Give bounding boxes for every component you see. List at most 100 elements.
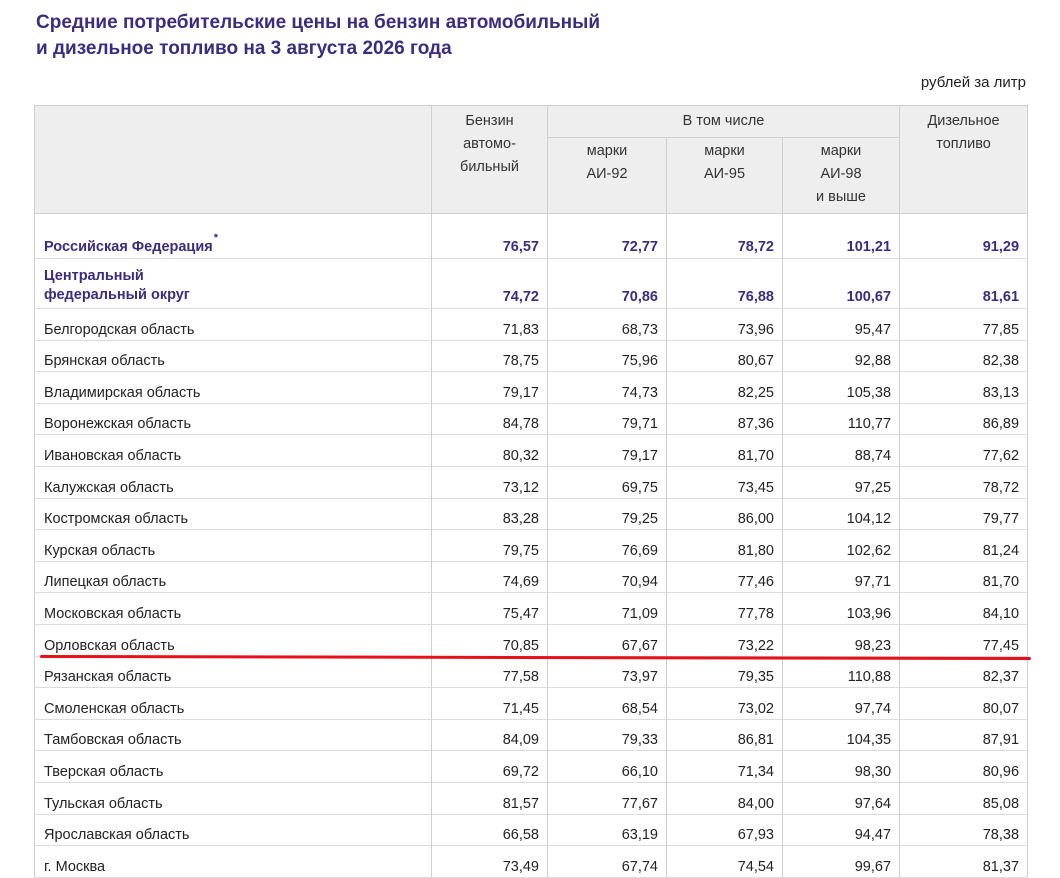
cell-ai98: 99,67 xyxy=(781,845,901,878)
cell-ai95: 84,00 xyxy=(666,782,783,815)
cell-ai95: 73,45 xyxy=(666,466,783,499)
fuel-price-table: Бензин автомо- бильный В том числе Дизел… xyxy=(34,105,1029,878)
cell-ai95: 67,93 xyxy=(666,814,783,847)
row-name: Костромская область xyxy=(34,498,432,531)
table-row: Калужская область 73,12 69,75 73,45 97,25 78,… xyxy=(34,466,1029,499)
row-name: Брянская область xyxy=(34,340,432,373)
table-row: Смоленская область 71,45 68,54 73,02 97,74 80… xyxy=(34,687,1029,720)
cell-ai95: 77,78 xyxy=(666,592,783,625)
cell-gasoline: 73,12 xyxy=(431,466,548,499)
cell-gasoline: 66,58 xyxy=(431,814,548,847)
row-name: Тамбовская область xyxy=(34,719,432,752)
cell-gasoline: 73,49 xyxy=(431,845,548,878)
table-body: Российская Федерация* 76,57 72,77 78,72 … xyxy=(34,213,1029,878)
page-title: Средние потребительские цены на бензин а… xyxy=(36,10,600,62)
cell-ai92: 68,73 xyxy=(547,308,667,341)
cell-ai98: 97,25 xyxy=(781,466,901,499)
cell-ai95: 71,34 xyxy=(666,750,783,783)
summary-row-russia: Российская Федерация* 76,57 72,77 78,72 … xyxy=(34,213,1029,259)
table-row: Орловская область 70,85 67,67 73,22 98,23 77,… xyxy=(34,624,1029,657)
table-row: Липецкая область 74,69 70,94 77,46 97,71 81,7… xyxy=(34,561,1029,594)
cell-diesel: 77,85 xyxy=(899,308,1029,341)
cell-diesel: 82,38 xyxy=(899,340,1029,373)
cell-ai98: 110,77 xyxy=(781,403,901,436)
cell-diesel: 79,77 xyxy=(899,498,1029,531)
header-ai92: марки АИ-92 xyxy=(547,137,667,214)
row-name: Орловская область xyxy=(34,624,432,657)
cell-ai95: 87,36 xyxy=(666,403,783,436)
table-row: Курская область 79,75 76,69 81,80 102,62 81,2… xyxy=(34,529,1029,562)
footnote-mark: * xyxy=(213,232,219,245)
cell-ai95: 73,96 xyxy=(666,308,783,341)
cell-ai95: 80,67 xyxy=(666,340,783,373)
row-name: Воронежская область xyxy=(34,403,432,436)
cell-gasoline: 71,83 xyxy=(431,308,548,341)
cell-ai95: 73,02 xyxy=(666,687,783,720)
cell-gasoline: 79,75 xyxy=(431,529,548,562)
cell-diesel: 81,37 xyxy=(899,845,1029,878)
cell-ai95: 78,72 xyxy=(666,213,783,259)
cell-gasoline: 71,45 xyxy=(431,687,548,720)
cell-gasoline: 74,72 xyxy=(431,258,548,309)
cell-diesel: 91,29 xyxy=(899,213,1029,259)
cell-diesel: 80,96 xyxy=(899,750,1029,783)
row-name: Центральный федеральный округ xyxy=(34,258,432,309)
table-row: Московская область 75,47 71,09 77,78 103,96 8… xyxy=(34,592,1029,625)
title-line-2: и дизельное топливо на 3 августа 2026 го… xyxy=(36,38,452,59)
cell-ai98: 103,96 xyxy=(781,592,901,625)
cell-gasoline: 75,47 xyxy=(431,592,548,625)
cell-gasoline: 76,57 xyxy=(431,213,548,259)
header-ai95: марки АИ-95 xyxy=(666,137,783,214)
cell-ai95: 86,00 xyxy=(666,498,783,531)
cell-ai92: 71,09 xyxy=(547,592,667,625)
cell-ai92: 79,25 xyxy=(547,498,667,531)
cell-ai92: 74,73 xyxy=(547,371,667,404)
cell-diesel: 86,89 xyxy=(899,403,1029,436)
cell-ai92: 79,33 xyxy=(547,719,667,752)
cell-ai98: 98,23 xyxy=(781,624,901,657)
header-gasoline: Бензин автомо- бильный xyxy=(431,105,548,214)
cell-ai92: 75,96 xyxy=(547,340,667,373)
cell-gasoline: 70,85 xyxy=(431,624,548,657)
table-row: Ивановская область 80,32 79,17 81,70 88,74 77… xyxy=(34,434,1029,467)
cell-ai95: 86,81 xyxy=(666,719,783,752)
cell-ai92: 66,10 xyxy=(547,750,667,783)
cell-diesel: 81,24 xyxy=(899,529,1029,562)
row-name: Курская область xyxy=(34,529,432,562)
header-region xyxy=(34,105,432,214)
cell-gasoline: 81,57 xyxy=(431,782,548,815)
cell-ai92: 79,71 xyxy=(547,403,667,436)
cell-ai95: 73,22 xyxy=(666,624,783,657)
cell-ai92: 76,69 xyxy=(547,529,667,562)
cell-ai92: 67,74 xyxy=(547,845,667,878)
title-line-1: Средние потребительские цены на бензин а… xyxy=(36,12,601,33)
cell-diesel: 78,38 xyxy=(899,814,1029,847)
table-row: Воронежская область 84,78 79,71 87,36 110,77… xyxy=(34,403,1029,436)
row-name: Российская Федерация* xyxy=(34,213,432,259)
row-name: Московская область xyxy=(34,592,432,625)
cell-ai98: 102,62 xyxy=(781,529,901,562)
row-name: Липецкая область xyxy=(34,561,432,594)
cell-ai98: 100,67 xyxy=(781,258,901,309)
cell-diesel: 83,13 xyxy=(899,371,1029,404)
row-name: Смоленская область xyxy=(34,687,432,720)
cell-diesel: 82,37 xyxy=(899,656,1029,689)
table-row: Брянская область 78,75 75,96 80,67 92,88 82,3… xyxy=(34,340,1029,373)
header-including: В том числе xyxy=(546,105,901,138)
cell-ai92: 79,17 xyxy=(547,434,667,467)
cell-ai92: 67,67 xyxy=(547,624,667,657)
cell-ai95: 82,25 xyxy=(666,371,783,404)
row-name: Ивановская область xyxy=(34,434,432,467)
cell-diesel: 85,08 xyxy=(899,782,1029,815)
cell-ai92: 69,75 xyxy=(547,466,667,499)
cell-diesel: 81,61 xyxy=(899,258,1029,309)
cell-diesel: 77,45 xyxy=(899,624,1029,657)
row-name: Тверская область xyxy=(34,750,432,783)
cell-ai98: 88,74 xyxy=(781,434,901,467)
cell-diesel: 81,70 xyxy=(899,561,1029,594)
row-name: Калужская область xyxy=(34,466,432,499)
row-name: г. Москва xyxy=(34,845,432,878)
cell-ai98: 104,35 xyxy=(781,719,901,752)
cell-gasoline: 84,78 xyxy=(431,403,548,436)
row-name: Владимирская область xyxy=(34,371,432,404)
